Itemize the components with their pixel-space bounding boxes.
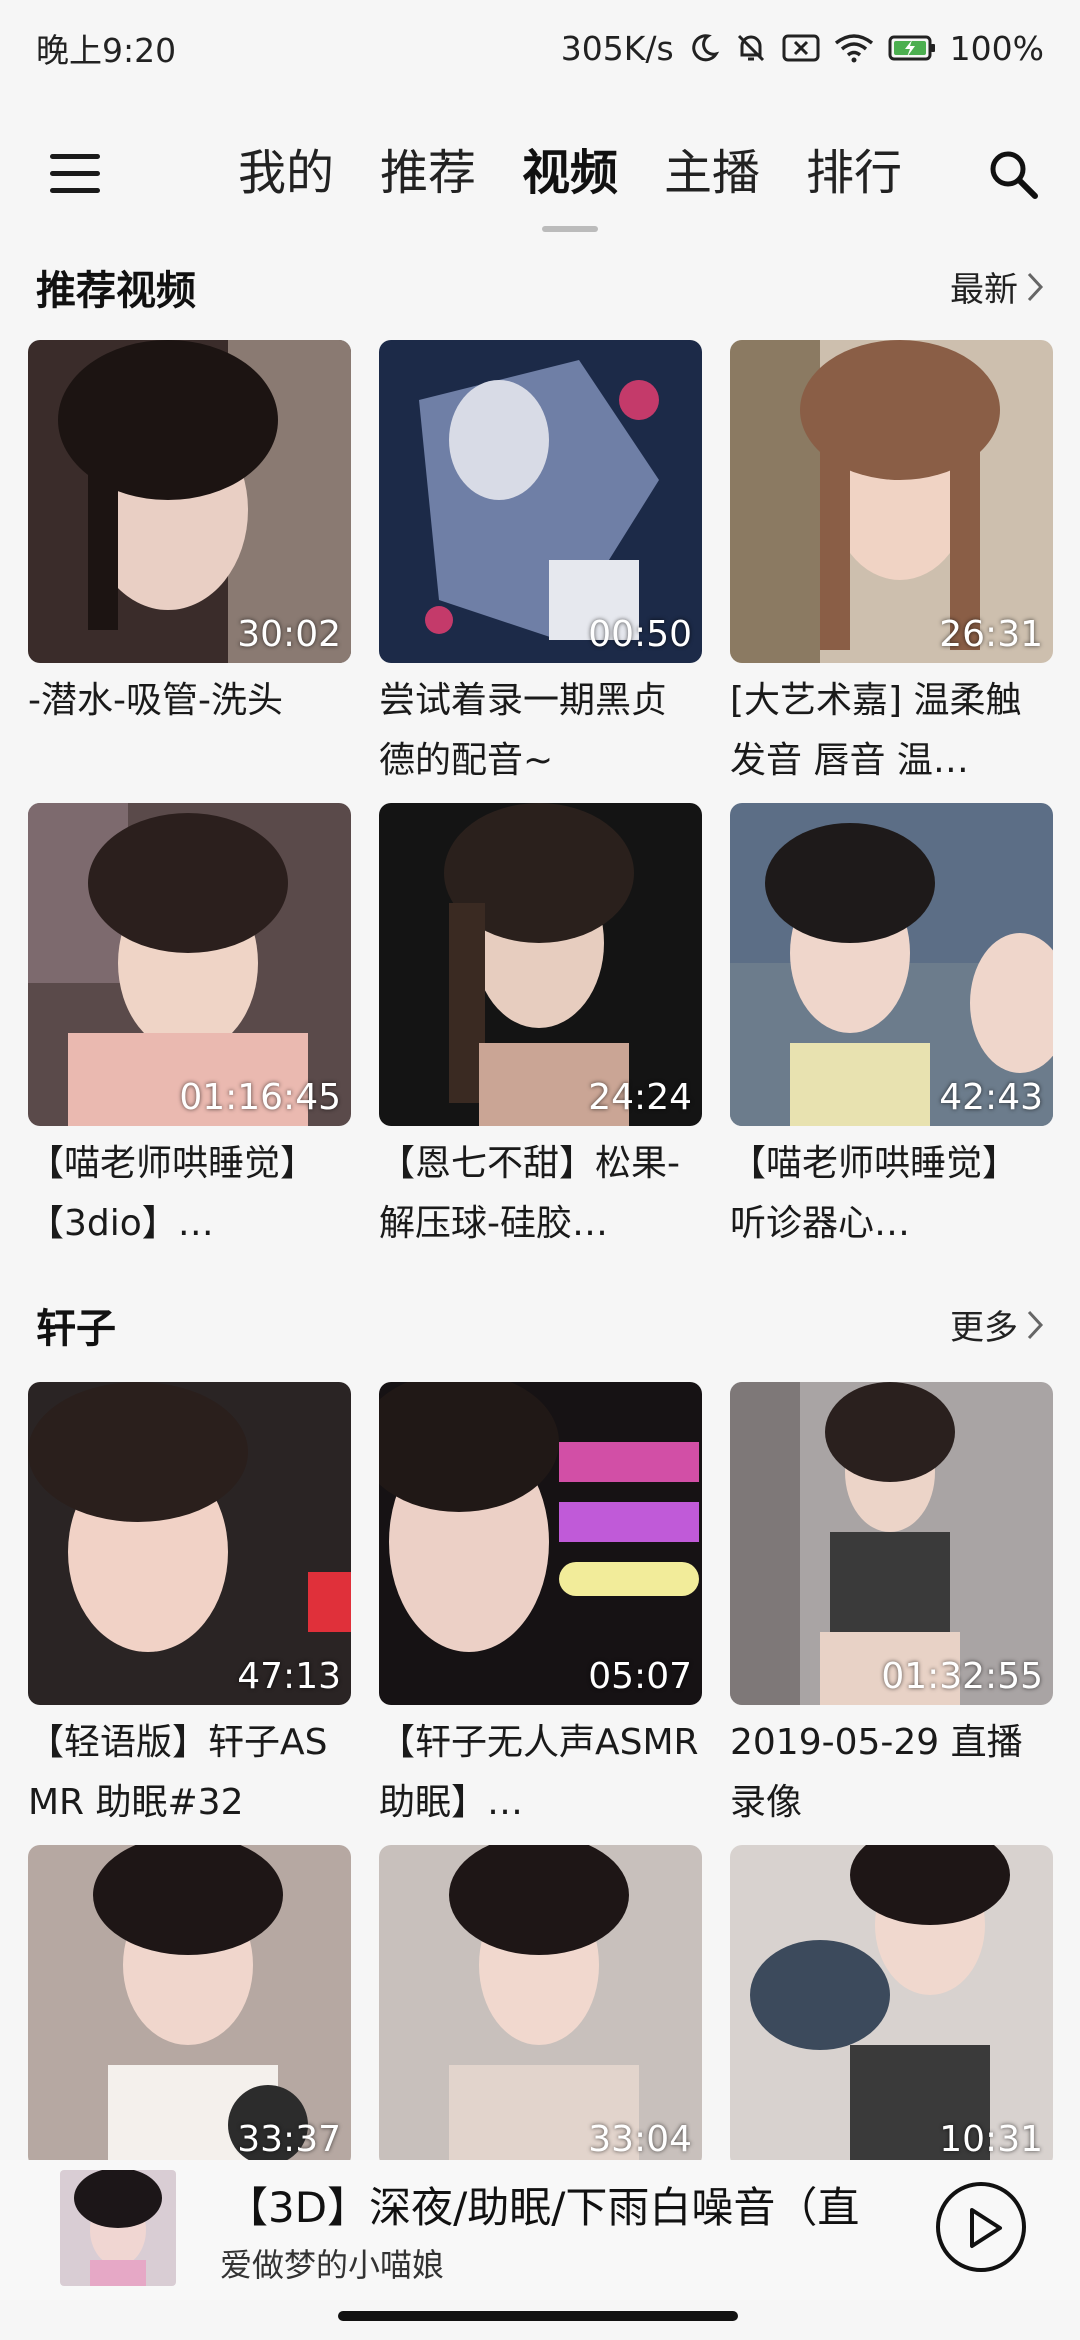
video-thumbnail: 05:07: [379, 1382, 702, 1705]
video-thumbnail: 01:16:45: [28, 803, 351, 1126]
video-thumbnail: 33:37: [28, 1845, 351, 2168]
player-album-art: [60, 2170, 176, 2286]
menu-icon-bar: [50, 154, 100, 159]
video-title: 【喵老师哄睡觉】听诊器心…: [730, 1143, 1019, 1244]
video-duration: 30:02: [237, 614, 341, 655]
video-duration: 42:43: [939, 1077, 1043, 1118]
video-duration: 24:24: [588, 1077, 692, 1118]
video-card[interactable]: 01:32:55 2019-05-29 直播录像: [730, 1382, 1053, 1833]
chevron-right-icon: [1027, 272, 1044, 301]
latest-label: 最新: [950, 270, 1018, 310]
latest-link[interactable]: 最新: [950, 262, 1044, 311]
section-header-recommended: 推荐视频 最新: [36, 258, 1044, 328]
status-icons: 305K/s 100%: [561, 29, 1044, 68]
video-card[interactable]: 24:24 【恩七不甜】松果-解压球-硅胶…: [379, 803, 702, 1254]
search-button[interactable]: [985, 146, 1045, 206]
video-title: 【喵老师哄睡觉】【3dio】…: [28, 1143, 317, 1244]
video-duration: 33:04: [588, 2119, 692, 2160]
video-duration: 10:31: [939, 2119, 1043, 2160]
video-thumbnail: 26:31: [730, 340, 1053, 663]
video-title: 2019-05-29 直播录像: [730, 1722, 1023, 1823]
video-title: 尝试着录一期黑贞德的配音~: [379, 680, 668, 781]
menu-icon-bar: [50, 171, 100, 176]
video-card[interactable]: 10:31: [730, 1845, 1053, 2168]
more-link[interactable]: 更多: [950, 1300, 1044, 1349]
search-icon: [990, 151, 1038, 199]
tab-video[interactable]: 视频: [499, 138, 641, 232]
tab-recommend[interactable]: 推荐: [357, 138, 499, 218]
video-card[interactable]: 26:31 [大艺术嘉] 温柔触发音 唇音 温…: [730, 340, 1053, 791]
menu-icon-bar: [50, 188, 100, 193]
more-label: 更多: [950, 1308, 1018, 1348]
tab-anchor[interactable]: 主播: [641, 138, 783, 218]
section-title: 轩子: [36, 1306, 116, 1352]
video-card[interactable]: 05:07 【轩子无人声ASMR助眠】…: [379, 1382, 702, 1833]
video-thumbnail: 42:43: [730, 803, 1053, 1126]
mini-player[interactable]: 【3D】深夜/助眠/下雨白噪音（直 爱做梦的小喵娘: [0, 2160, 1080, 2300]
video-thumbnail: 24:24: [379, 803, 702, 1126]
video-card[interactable]: 01:16:45 【喵老师哄睡觉】【3dio】…: [28, 803, 351, 1254]
video-thumbnail: 01:32:55: [730, 1382, 1053, 1705]
wifi-icon: [834, 33, 874, 63]
video-card[interactable]: 33:04: [379, 1845, 702, 2168]
chevron-right-icon: [1027, 1310, 1044, 1339]
battery-charging-icon: [888, 34, 936, 62]
video-title: 【恩七不甜】松果-解压球-硅胶…: [379, 1143, 680, 1244]
status-time: 晚上9:20: [36, 31, 177, 70]
video-duration: 01:32:55: [881, 1656, 1043, 1697]
tab-mine[interactable]: 我的: [215, 138, 357, 218]
play-icon: [970, 2208, 1002, 2248]
video-duration: 00:50: [588, 614, 692, 655]
menu-button[interactable]: [46, 148, 106, 200]
video-duration: 05:07: [588, 1656, 692, 1697]
player-track-title: 【3D】深夜/助眠/下雨白噪音（直: [226, 2183, 860, 2232]
video-card[interactable]: 47:13 【轻语版】轩子ASMR 助眠#32: [28, 1382, 351, 1833]
video-title: [大艺术嘉] 温柔触发音 唇音 温…: [730, 680, 1022, 781]
top-nav: 我的 推荐 视频 主播 排行: [0, 110, 1080, 240]
video-duration: 33:37: [237, 2119, 341, 2160]
section-title: 推荐视频: [36, 268, 196, 314]
bell-off-icon: [734, 31, 768, 65]
sim-off-icon: [782, 33, 820, 63]
video-thumbnail: 30:02: [28, 340, 351, 663]
video-duration: 26:31: [939, 614, 1043, 655]
video-duration: 01:16:45: [179, 1077, 341, 1118]
video-title: 【轻语版】轩子ASMR 助眠#32: [28, 1722, 328, 1823]
moon-icon: [688, 32, 720, 64]
video-card[interactable]: 30:02 -潜水-吸管-洗头: [28, 340, 351, 791]
network-speed: 305K/s: [560, 28, 674, 68]
play-button[interactable]: [936, 2182, 1026, 2272]
video-thumbnail: 00:50: [379, 340, 702, 663]
video-card[interactable]: 00:50 尝试着录一期黑贞德的配音~: [379, 340, 702, 791]
player-artist: 爱做梦的小喵娘: [220, 2246, 445, 2284]
tab-ranking[interactable]: 排行: [783, 138, 925, 218]
section-header-xuanzi: 轩子 更多: [36, 1296, 1044, 1366]
video-title: -潜水-吸管-洗头: [28, 680, 283, 721]
tab-bar: 我的 推荐 视频 主播 排行: [215, 138, 925, 232]
status-bar: 晚上9:20 305K/s 100%: [0, 0, 1080, 96]
video-thumbnail: 33:04: [379, 1845, 702, 2168]
video-thumbnail: 10:31: [730, 1845, 1053, 2168]
video-card[interactable]: 42:43 【喵老师哄睡觉】听诊器心…: [730, 803, 1053, 1254]
home-indicator[interactable]: [338, 2311, 738, 2321]
battery-level: 100%: [949, 28, 1044, 68]
video-duration: 47:13: [237, 1656, 341, 1697]
video-thumbnail: 47:13: [28, 1382, 351, 1705]
video-card[interactable]: 33:37: [28, 1845, 351, 2168]
video-title: 【轩子无人声ASMR助眠】…: [379, 1722, 699, 1823]
